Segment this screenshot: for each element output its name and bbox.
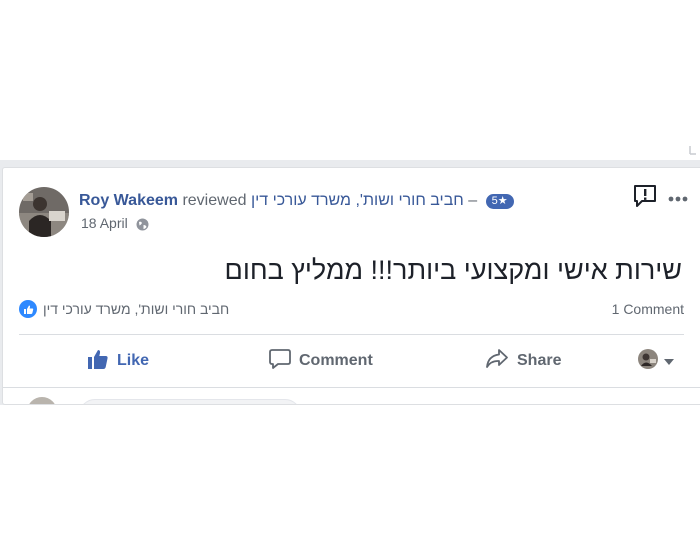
commenter-avatar xyxy=(27,397,57,404)
comment-button[interactable]: Comment xyxy=(269,342,373,380)
actions-divider xyxy=(19,334,684,335)
like-label: Like xyxy=(117,352,150,369)
chevron-down-icon xyxy=(664,352,674,370)
comment-icon xyxy=(269,348,299,375)
review-text: שירות אישי ומקצועי ביותר!!! ממליץ בחום xyxy=(224,255,682,285)
thumbs-up-icon xyxy=(19,300,37,318)
post-header: Roy Wakeem reviewed חביב חורי ושות', משר… xyxy=(79,190,550,212)
audience-selector[interactable] xyxy=(638,342,674,380)
share-icon xyxy=(485,348,517,375)
rating-badge: 5★ xyxy=(485,194,514,209)
globe-icon[interactable] xyxy=(136,217,149,235)
post-meta: 18 April xyxy=(81,214,149,235)
report-icon[interactable] xyxy=(632,184,658,213)
corner-fold-icon xyxy=(689,146,696,155)
author-avatar[interactable] xyxy=(19,187,69,237)
post-verb: reviewed xyxy=(182,192,247,209)
review-post-card: Roy Wakeem reviewed חביב חורי ושות', משר… xyxy=(2,167,700,405)
author-name-link[interactable]: Roy Wakeem xyxy=(79,192,178,209)
reviewed-page-link[interactable]: חביב חורי ושות', משרד עורכי דין xyxy=(251,192,464,209)
comment-label: Comment xyxy=(299,352,373,369)
post-date-link[interactable]: 18 April xyxy=(81,215,128,231)
comment-bubble xyxy=(79,399,301,404)
post-menu xyxy=(632,184,688,212)
more-options-icon[interactable] xyxy=(668,189,688,207)
reactions-summary[interactable]: חביב חורי ושות', משרד עורכי דין xyxy=(19,298,229,320)
post-stats: חביב חורי ושות', משרד עורכי דין 1 Commen… xyxy=(19,298,684,320)
comment-count-link[interactable]: 1 Comment xyxy=(612,298,684,320)
post-actions: Like Comment Share xyxy=(19,342,684,380)
share-label: Share xyxy=(517,352,562,369)
share-button[interactable]: Share xyxy=(485,342,561,380)
viewer-avatar xyxy=(638,348,658,374)
reactors-name: חביב חורי ושות', משרד עורכי דין xyxy=(43,301,230,317)
header-dash: – xyxy=(468,192,478,209)
like-button[interactable]: Like xyxy=(87,342,149,380)
thumbs-up-icon xyxy=(87,348,117,375)
comments-divider xyxy=(3,387,700,388)
